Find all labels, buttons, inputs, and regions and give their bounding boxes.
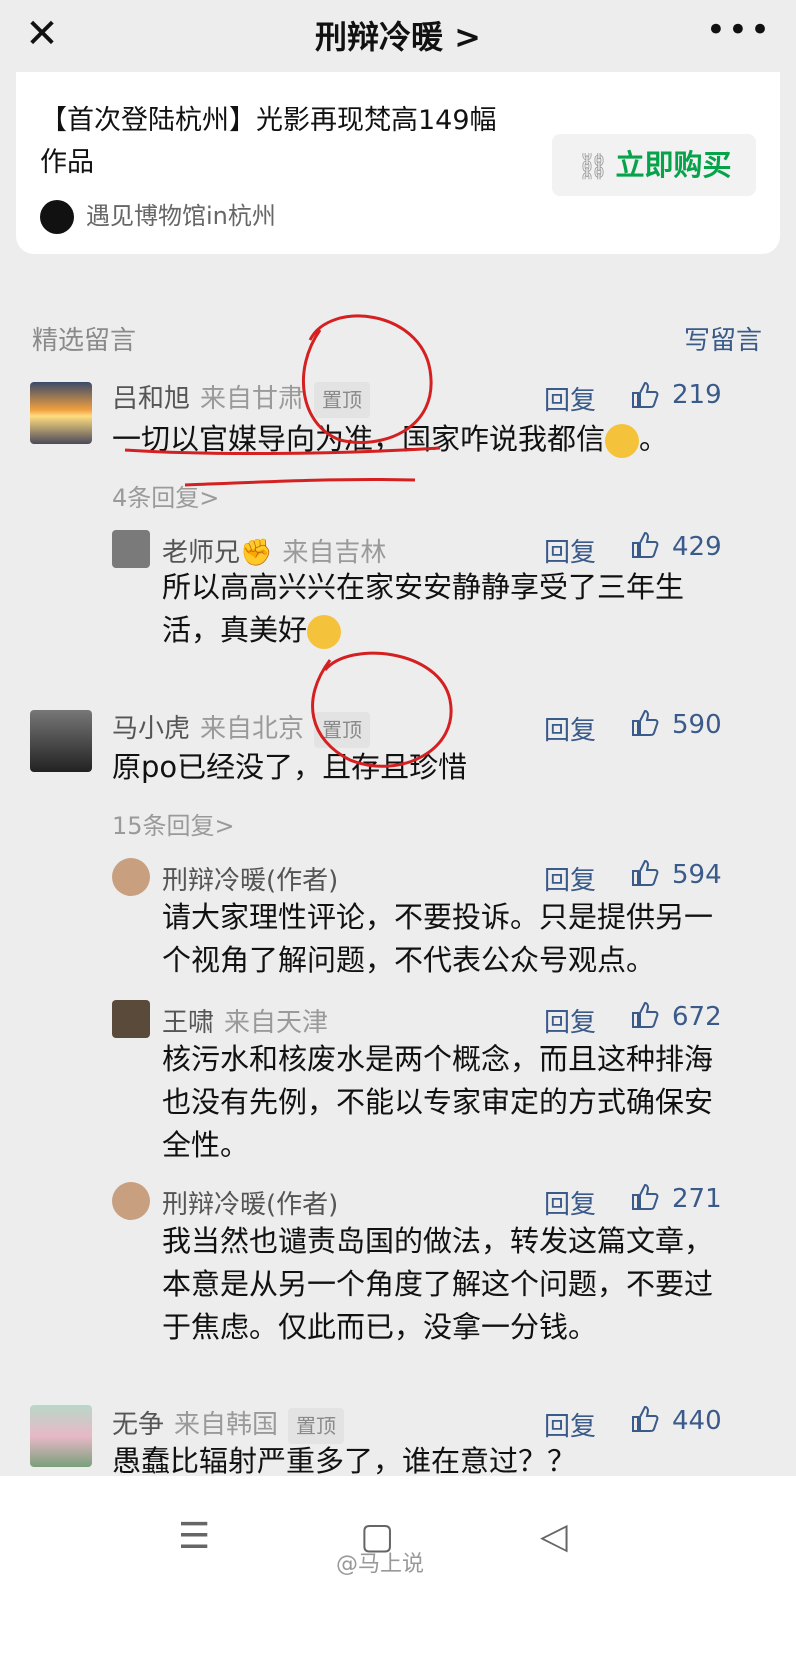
replier-location: 来自吉林: [282, 538, 387, 568]
ad-title[interactable]: 【首次登陆杭州】光影再现梵高149幅作品: [40, 100, 510, 184]
commenter-location: 来自甘肃: [200, 384, 305, 414]
like-count: 594: [672, 860, 722, 890]
pin-badge: 置顶: [314, 381, 371, 418]
buy-label: 立即购买: [615, 148, 732, 182]
commenter-location: 来自韩国: [174, 1410, 279, 1440]
replier-name[interactable]: 刑辩冷暖(作者): [162, 866, 338, 896]
thumbs-up-icon[interactable]: [630, 1000, 660, 1030]
pin-badge: 置顶: [314, 711, 371, 748]
thumbs-up-icon[interactable]: [630, 858, 660, 888]
reply-text: 核污水和核废水是两个概念，而且这种排海也没有先例，不能以专家审定的方式确保安全性…: [162, 1042, 714, 1162]
avatar[interactable]: [112, 530, 150, 568]
like-count: 429: [672, 532, 722, 562]
comment-meta: 马小虎 来自北京 置顶: [112, 708, 371, 748]
replier-name[interactable]: 刑辩冷暖(作者): [162, 1190, 338, 1220]
commenter-name[interactable]: 无争: [112, 1410, 164, 1440]
museum-logo: [40, 200, 74, 234]
menu-icon[interactable]: ☰: [178, 1516, 210, 1557]
thumbs-up-icon[interactable]: [630, 708, 660, 738]
reply-button[interactable]: 回复: [544, 710, 596, 747]
reply-button[interactable]: 回复: [544, 532, 596, 569]
reply-text: 请大家理性评论，不要投诉。只是提供另一个视角了解问题，不代表公众号观点。: [162, 900, 714, 977]
back-icon[interactable]: ◁: [540, 1516, 568, 1557]
reply-text: 我当然也谴责岛国的做法，转发这篇文章，本意是从另一个角度了解这个问题，不要过于焦…: [162, 1224, 714, 1344]
avatar[interactable]: [112, 858, 150, 896]
reply-meta: 王啸 来自天津: [162, 1002, 328, 1039]
ad-source[interactable]: 遇见博物馆in杭州: [40, 196, 276, 236]
like-count: 590: [672, 710, 722, 740]
reply-button[interactable]: 回复: [544, 380, 596, 417]
like-count: 271: [672, 1184, 722, 1214]
page-title[interactable]: 刑辩冷暖 >: [0, 12, 796, 58]
comment-text: 原po已经没了，且存且珍惜: [112, 750, 468, 784]
thumbs-up-icon[interactable]: [630, 530, 660, 560]
more-options-icon[interactable]: •••: [706, 10, 772, 50]
buy-now-button[interactable]: ⛓ 立即购买: [552, 134, 756, 196]
write-comment-link[interactable]: 写留言: [684, 320, 762, 357]
avatar[interactable]: [30, 1405, 92, 1467]
comment-end: 。: [639, 422, 669, 456]
grin-emoji-icon: [307, 615, 342, 649]
like-count: 672: [672, 1002, 722, 1032]
avatar[interactable]: [30, 382, 92, 444]
reply-button[interactable]: 回复: [544, 860, 596, 897]
avatar[interactable]: [112, 1182, 150, 1220]
fist-emoji-icon: ✊: [240, 538, 273, 568]
like-count: 440: [672, 1406, 722, 1436]
reply-text: 所以高高兴兴在家安安静静享受了三年生活，真美好: [162, 566, 732, 652]
like-count: 219: [672, 380, 722, 410]
comment-meta: 吕和旭 来自甘肃 置顶: [112, 378, 371, 418]
comment-body: 一切以官媒导向为准，国家咋说我都信: [112, 422, 606, 456]
reply-meta: 刑辩冷暖(作者): [162, 860, 338, 897]
grin-emoji-icon: [605, 424, 640, 458]
replier-name[interactable]: 王啸: [162, 1008, 214, 1038]
thumbs-up-icon[interactable]: [630, 380, 660, 410]
thumbs-up-icon[interactable]: [630, 1404, 660, 1434]
reply-button[interactable]: 回复: [544, 1406, 596, 1443]
watermark: @马上说: [336, 1552, 425, 1577]
section-label: 精选留言: [32, 326, 137, 356]
reply-meta: 刑辩冷暖(作者): [162, 1184, 338, 1221]
commenter-name[interactable]: 马小虎: [112, 714, 190, 744]
avatar[interactable]: [30, 710, 92, 772]
comment-text: 一切以官媒导向为准，国家咋说我都信。: [112, 418, 712, 461]
commenter-name[interactable]: 吕和旭: [112, 384, 190, 414]
reply-body: 所以高高兴兴在家安安静静享受了三年生活，真美好: [162, 570, 685, 647]
comment-meta: 无争 来自韩国 置顶: [112, 1404, 345, 1444]
more-replies-link[interactable]: 15条回复>: [112, 806, 235, 841]
ad-card[interactable]: 【首次登陆杭州】光影再现梵高149幅作品 ⛓ 立即购买 遇见博物馆in杭州: [16, 72, 780, 254]
pin-badge: 置顶: [288, 1407, 345, 1444]
commenter-location: 来自北京: [200, 714, 305, 744]
link-icon: ⛓: [576, 152, 610, 182]
more-replies-link[interactable]: 4条回复>: [112, 478, 219, 513]
thumbs-up-icon[interactable]: [630, 1182, 660, 1212]
reply-button[interactable]: 回复: [544, 1184, 596, 1221]
avatar[interactable]: [112, 1000, 150, 1038]
top-bar: ✕ 刑辩冷暖 > •••: [0, 0, 796, 72]
source-name: 遇见博物馆in杭州: [86, 202, 276, 230]
reply-meta: 老师兄✊ 来自吉林: [162, 532, 386, 569]
reply-button[interactable]: 回复: [544, 1002, 596, 1039]
replier-location: 来自天津: [224, 1008, 329, 1038]
replier-name[interactable]: 老师兄: [162, 538, 240, 568]
